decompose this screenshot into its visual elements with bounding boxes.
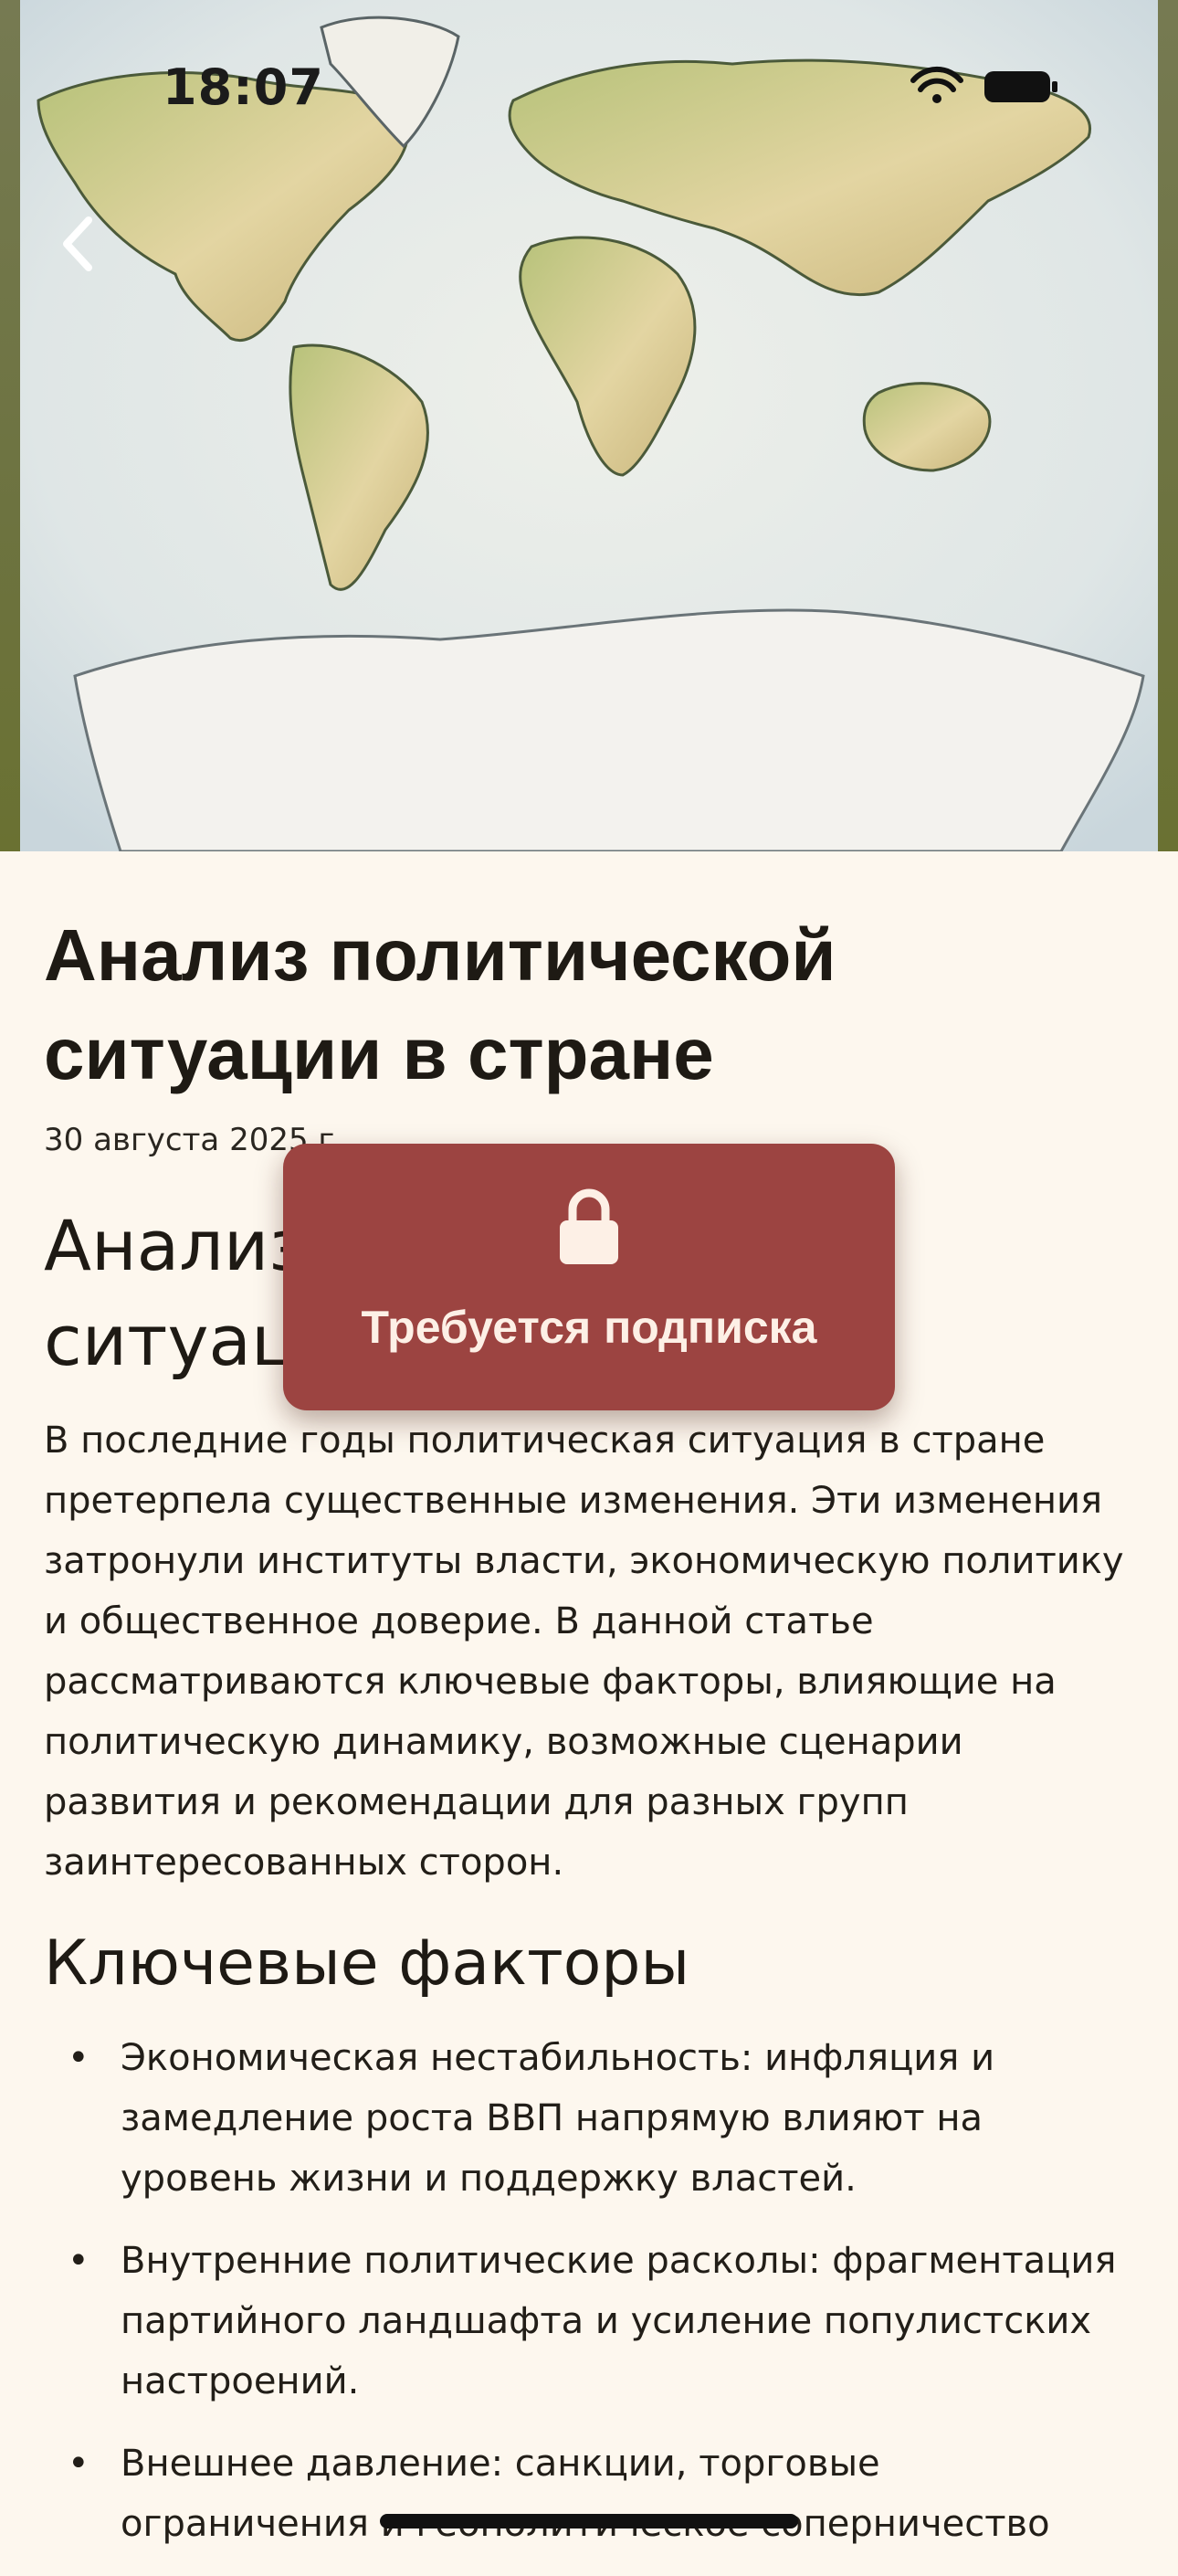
- list-item: • Экономическая нестабильность: инфляция…: [44, 2028, 1140, 2209]
- bullet-icon: •: [68, 2240, 89, 2282]
- list-item-text: Экономическая нестабильность: инфляция и…: [121, 2037, 995, 2200]
- article: Анализ политической ситуации в стране 30…: [44, 851, 1140, 2576]
- subscription-required-button[interactable]: Требуется подписка: [283, 1144, 895, 1410]
- article-intro: В последние годы политическая ситуация в…: [44, 1420, 1124, 1884]
- hero-image: 18:07: [0, 0, 1178, 851]
- list-item-text: Внешнее давление: санкции, торговые огра…: [121, 2443, 1050, 2545]
- list-item-text: Внутренние политические расколы: фрагмен…: [121, 2240, 1117, 2402]
- back-button[interactable]: [46, 203, 110, 285]
- lock-icon: [560, 1188, 618, 1264]
- chevron-left-icon: [63, 216, 92, 271]
- paywall-label: Требуется подписка: [361, 1302, 817, 1353]
- home-indicator[interactable]: [380, 2514, 798, 2528]
- battery-icon: [984, 71, 1057, 102]
- list-item: • Внутренние политические расколы: фрагм…: [44, 2231, 1140, 2412]
- bullet-icon: •: [68, 2037, 89, 2079]
- world-map-image: [20, 0, 1158, 851]
- key-factors-list: • Экономическая нестабильность: инфляция…: [44, 2028, 1140, 2554]
- bullet-icon: •: [68, 2443, 89, 2485]
- wifi-icon: [910, 66, 963, 103]
- list-item: • Внешнее давление: санкции, торговые ог…: [44, 2433, 1140, 2554]
- status-icons: [910, 66, 1057, 103]
- status-time: 18:07: [163, 58, 324, 116]
- section-heading: Ключевые факторы: [44, 1927, 690, 2000]
- article-title: Анализ политической ситуации в стране: [44, 914, 836, 1094]
